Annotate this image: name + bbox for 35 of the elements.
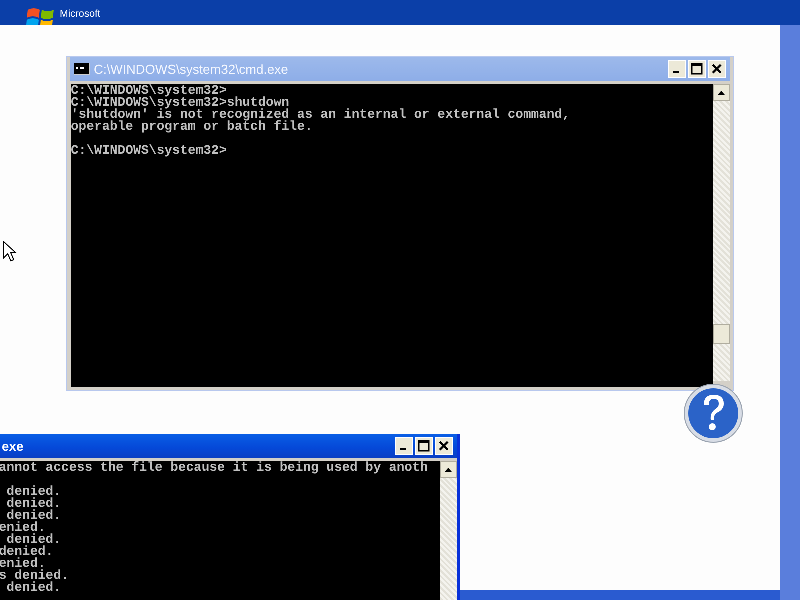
console-line: denied. [6, 498, 62, 510]
help-question-icon [683, 383, 744, 444]
maximize-button[interactable] [415, 437, 433, 455]
scroll-up-button[interactable] [713, 84, 730, 101]
scrollbar[interactable] [440, 461, 457, 600]
close-button[interactable] [435, 437, 453, 455]
console-line: C:\WINDOWS\system32>shutdown [71, 97, 290, 109]
window-title: exe [2, 438, 25, 454]
up-arrow-icon [445, 468, 452, 472]
minimize-button[interactable] [395, 437, 413, 455]
console-line: s denied. [0, 570, 70, 582]
console-line: denied. [6, 534, 62, 546]
console-line: denied. [6, 510, 62, 522]
maximize-icon [418, 440, 430, 452]
up-arrow-icon [718, 90, 725, 94]
console-line: 'shutdown' is not recognized as an internal or external command, [71, 109, 572, 121]
cursor-arrow-icon [3, 241, 17, 263]
console-line: operable program or batch file. [71, 121, 314, 133]
console-line: enied. [0, 522, 46, 534]
minimize-icon [672, 71, 678, 73]
maximize-icon [691, 63, 703, 75]
console-line: denied. [6, 582, 62, 594]
console-line: denied. [6, 486, 62, 498]
close-icon [439, 441, 449, 451]
scroll-thumb[interactable] [713, 324, 730, 344]
console-line: C:\WINDOWS\system32> [71, 85, 228, 97]
console-line: C:\WINDOWS\system32> [71, 145, 228, 157]
window-title: C:\WINDOWS\system32\cmd.exe [94, 62, 290, 76]
console-line: annot access the file because it is being used by anoth [0, 462, 430, 474]
close-icon [712, 64, 722, 74]
logo-text: Microsoft [60, 9, 101, 21]
flag-logo-icon [26, 6, 56, 25]
console-line: enied. [0, 558, 46, 570]
scroll-up-button[interactable] [440, 461, 457, 478]
minimize-icon [400, 448, 406, 450]
